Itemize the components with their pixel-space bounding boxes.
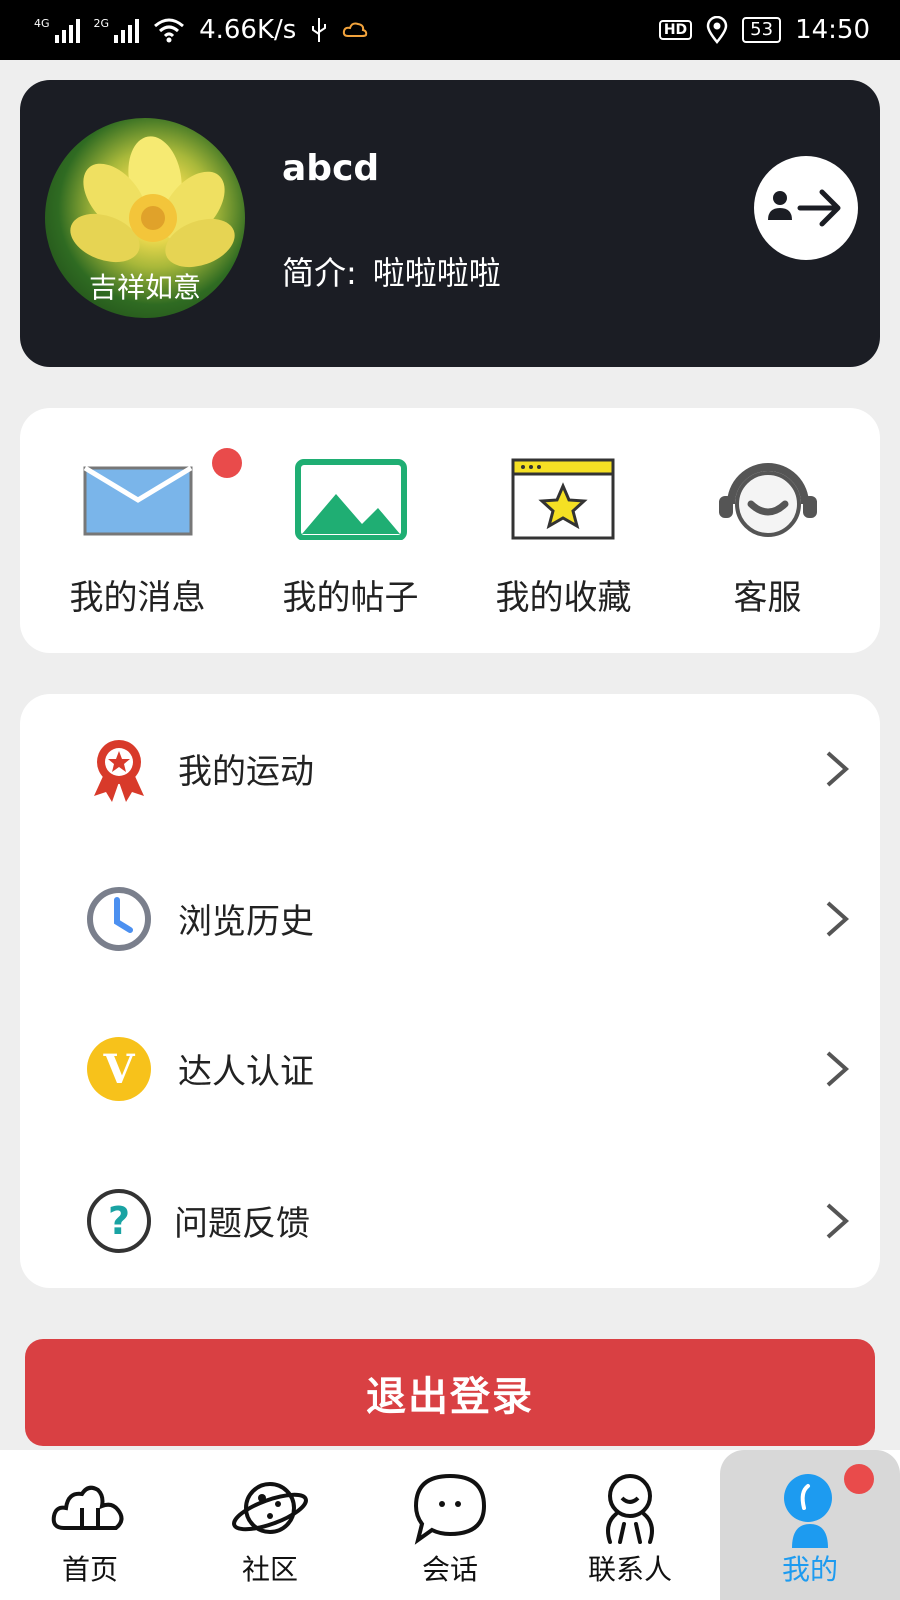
tab-chat[interactable]: 会话 (360, 1450, 540, 1600)
tab-label: 社区 (241, 1553, 298, 1586)
bio-value: 啦啦啦啦 (372, 254, 501, 292)
planet-icon (232, 1482, 308, 1534)
menu-item-sports[interactable]: 我的运动 (20, 694, 880, 844)
battery-icon: 53 (742, 17, 782, 43)
quick-action-label: 我的消息 (69, 578, 206, 618)
menu-list: 我的运动 浏览历史 V 达人认证 ? 问题反馈 (20, 694, 880, 1288)
menu-item-label: 浏览历史 (178, 902, 314, 942)
user-arrow-icon (768, 189, 841, 227)
chevron-right-icon (826, 901, 850, 937)
tab-label: 联系人 (587, 1553, 672, 1586)
avatar[interactable]: 吉祥如意 (45, 118, 245, 318)
menu-item-history[interactable]: 浏览历史 (20, 844, 880, 994)
quick-action-label: 我的帖子 (282, 578, 419, 618)
menu-item-label: 问题反馈 (174, 1204, 310, 1244)
chat-bubble-icon (413, 1473, 487, 1545)
logout-button[interactable]: 退出登录 (25, 1339, 875, 1446)
network-speed: 4.66K/s (199, 15, 297, 45)
quick-action-messages[interactable]: 我的消息 (30, 408, 245, 653)
clock-time: 14:50 (795, 15, 870, 45)
avatar-caption: 吉祥如意 (88, 271, 201, 304)
unread-badge (212, 448, 242, 478)
quick-actions-card: 我的消息 我的帖子 我的收藏 客服 (20, 408, 880, 653)
mail-icon (83, 465, 192, 536)
menu-item-label: 达人认证 (178, 1052, 314, 1092)
switch-account-button[interactable] (754, 156, 858, 260)
menu-item-feedback[interactable]: ? 问题反馈 (20, 1146, 880, 1296)
medal-icon (94, 740, 144, 802)
quick-action-posts[interactable]: 我的帖子 (243, 408, 458, 653)
svg-text:?: ? (108, 1199, 130, 1243)
location-icon (706, 16, 728, 44)
verified-v-icon: V (87, 1037, 151, 1101)
chevron-right-icon (826, 751, 850, 787)
usb-icon (312, 18, 327, 42)
clock-icon (87, 887, 151, 951)
chevron-right-icon (826, 1051, 850, 1087)
profile-card[interactable]: 吉祥如意 abcd 简介: 啦啦啦啦 (20, 80, 880, 367)
quick-action-label: 我的收藏 (495, 578, 632, 618)
cell-signal-icon: 4G (34, 17, 80, 43)
menu-item-verification[interactable]: V 达人认证 (20, 994, 880, 1144)
status-bar: 4G 2G 4.66K/s HD 53 14:50 (0, 0, 900, 60)
headset-icon (718, 463, 817, 537)
contacts-icon (606, 1474, 654, 1544)
tab-home[interactable]: 首页 (0, 1450, 180, 1600)
bottom-nav: 首页 社区 会话 联系人 我的 (0, 1450, 900, 1600)
quick-action-support[interactable]: 客服 (660, 408, 875, 653)
cloud-sync-icon (343, 22, 368, 37)
bio-label: 简介: (282, 254, 357, 292)
favorites-star-icon (511, 458, 614, 540)
svg-text:V: V (102, 1046, 135, 1093)
tab-mine[interactable]: 我的 (720, 1450, 900, 1600)
tab-label: 我的 (781, 1553, 838, 1586)
wifi-icon (154, 18, 185, 43)
username: abcd (282, 148, 380, 189)
picture-icon (294, 459, 407, 540)
tab-label: 首页 (61, 1553, 118, 1586)
menu-item-label: 我的运动 (178, 752, 314, 792)
notification-badge (844, 1464, 874, 1494)
quick-action-label: 客服 (733, 578, 802, 618)
profile-icon (784, 1474, 832, 1548)
cell-signal-2-icon: 2G (94, 17, 140, 43)
quick-action-favorites[interactable]: 我的收藏 (456, 408, 671, 653)
question-icon: ? (87, 1189, 151, 1253)
tab-label: 会话 (421, 1553, 478, 1586)
hd-badge: HD (658, 20, 693, 40)
bio: 简介: 啦啦啦啦 (282, 248, 501, 294)
tab-contacts[interactable]: 联系人 (540, 1450, 720, 1600)
cloud-home-icon (51, 1485, 124, 1530)
tab-community[interactable]: 社区 (180, 1450, 360, 1600)
chevron-right-icon (826, 1203, 850, 1239)
